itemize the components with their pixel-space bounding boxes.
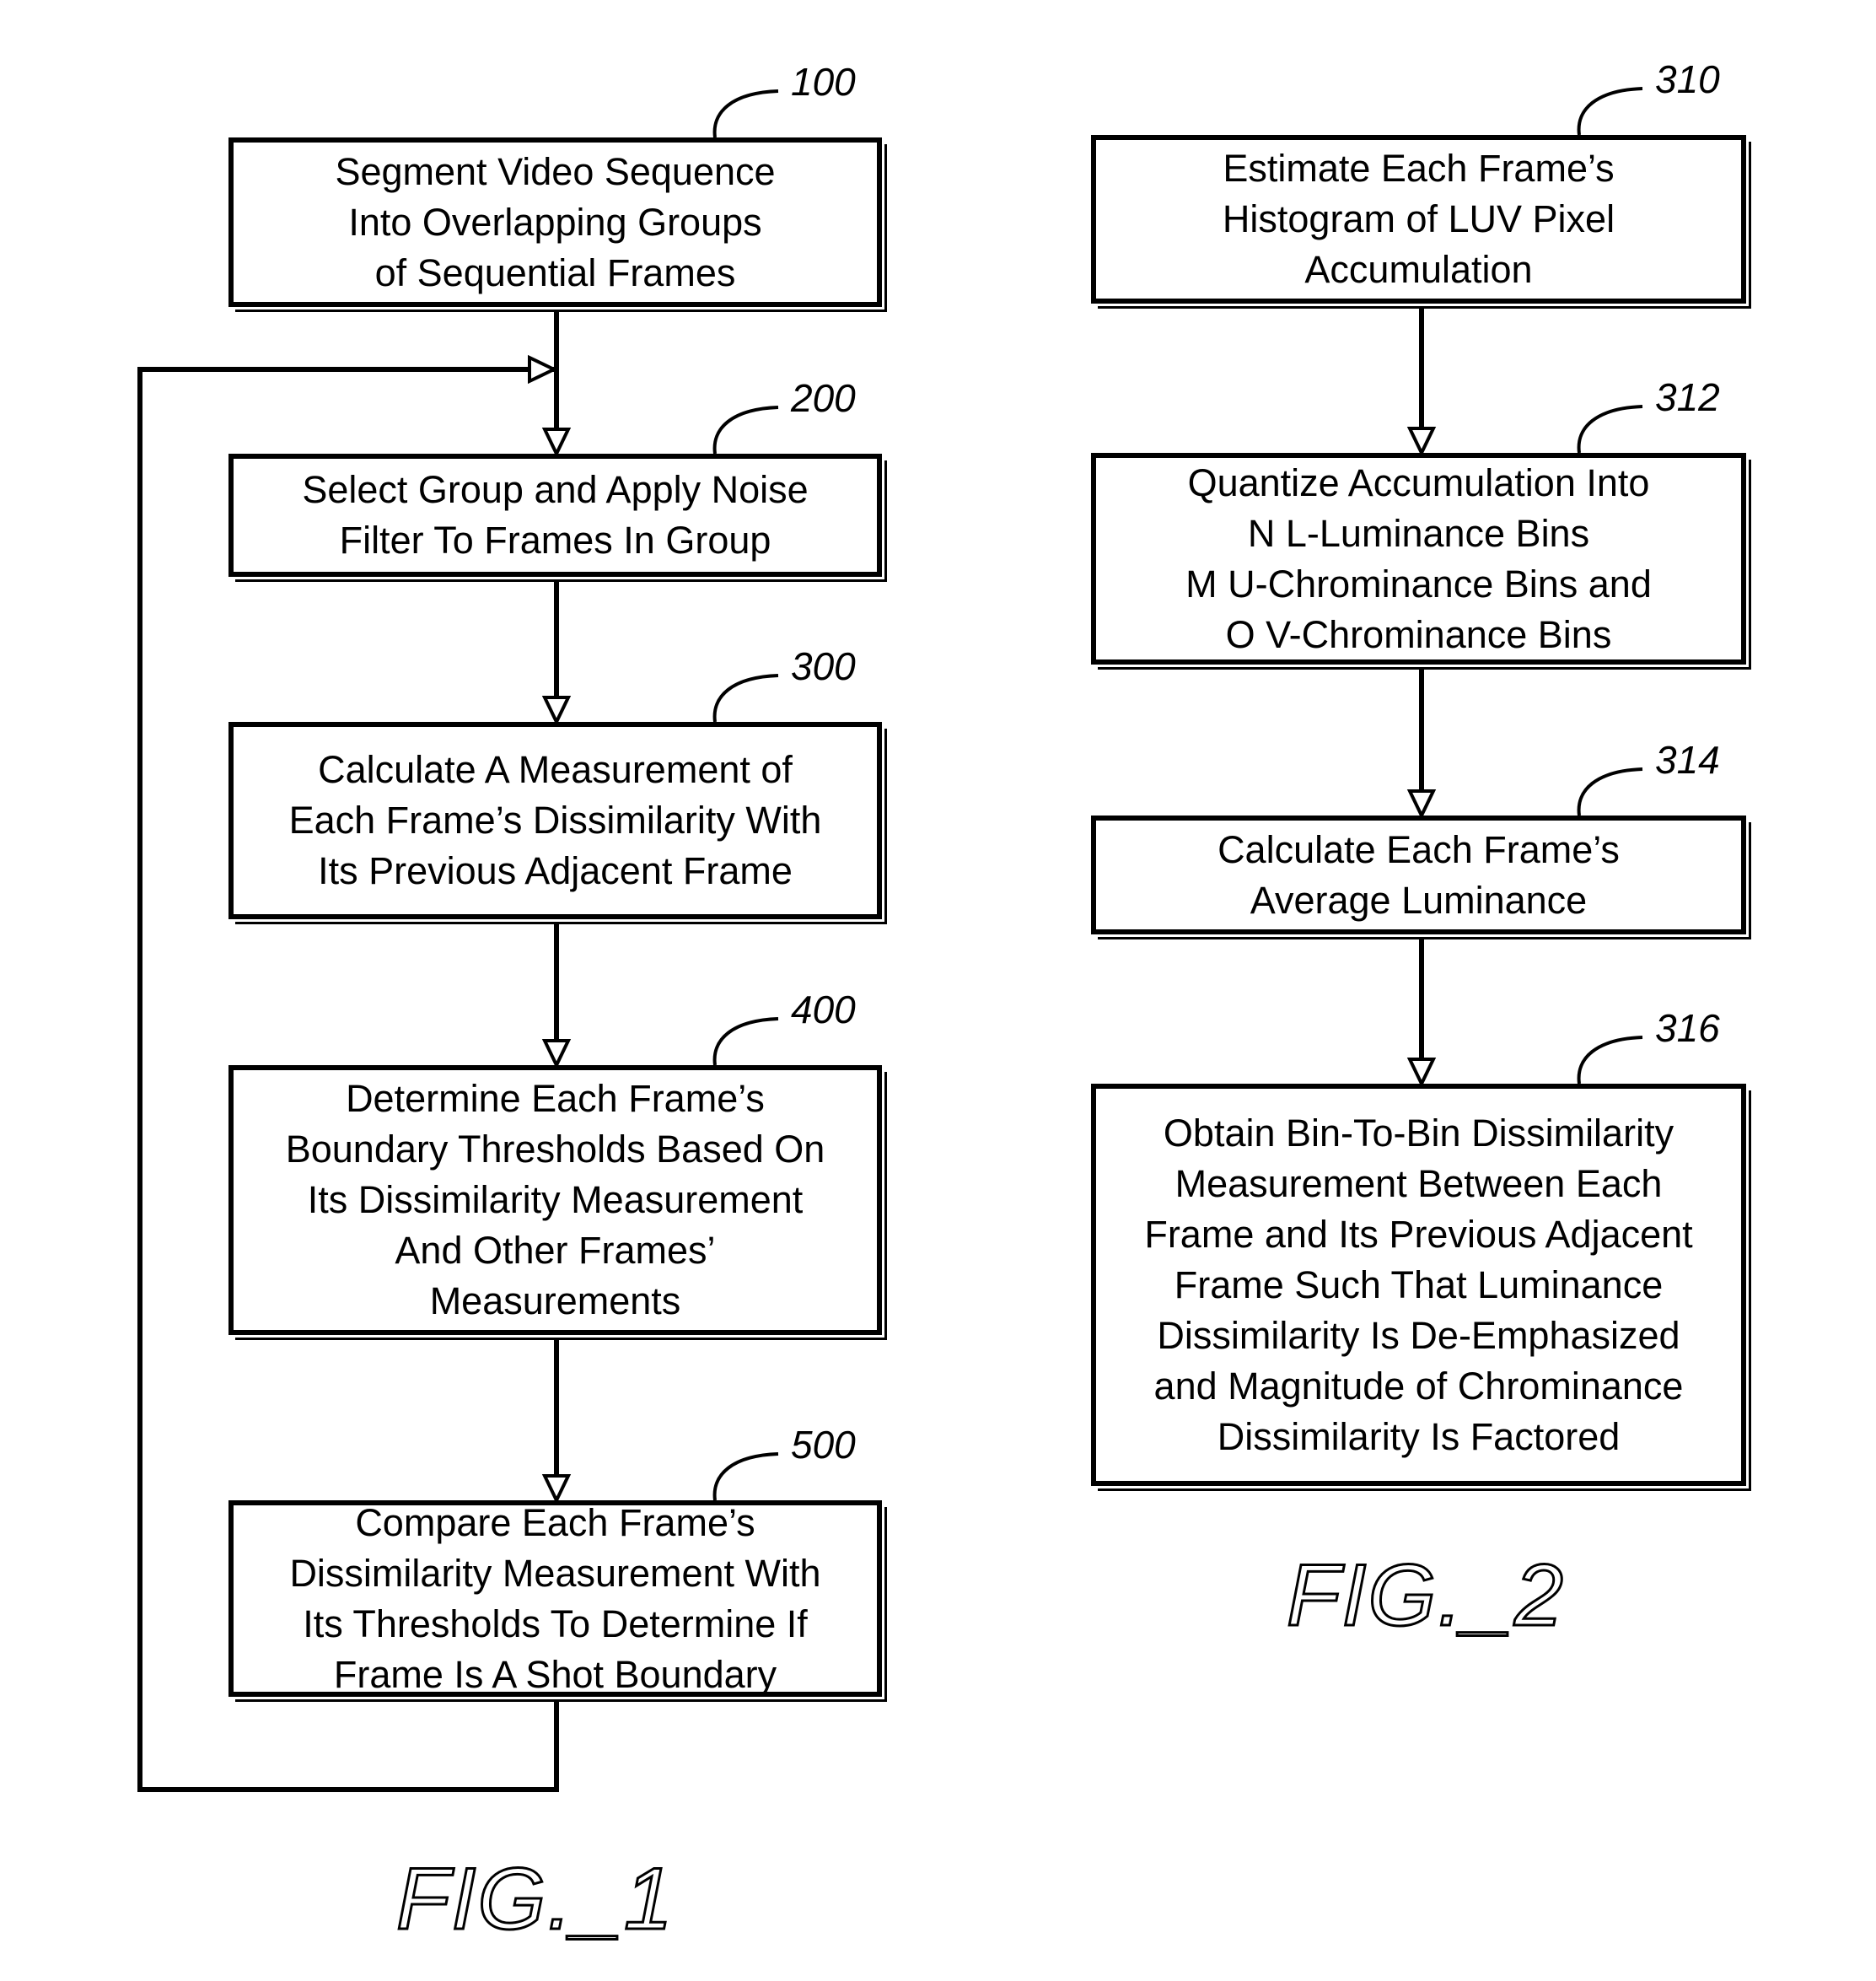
process-text-line: Measurement Between Each (1175, 1161, 1663, 1205)
reference-number-314: 314 (1655, 738, 1720, 782)
process-box-314: Calculate Each Frame’s Average Luminance (1091, 816, 1751, 939)
process-text-line: M U-Chrominance Bins and (1185, 562, 1652, 606)
process-text-line: Histogram of LUV Pixel (1222, 197, 1615, 240)
process-text-line: Average Luminance (1250, 878, 1588, 922)
process-text-line: Obtain Bin-To-Bin Dissimilarity (1163, 1111, 1674, 1155)
arrowhead-down-icon (541, 1039, 572, 1069)
process-text-line: Frame Such That Luminance (1174, 1262, 1664, 1306)
process-text-line: Filter To Frames In Group (339, 519, 771, 562)
process-text-line: Calculate A Measurement of (318, 748, 793, 791)
reference-number-400: 400 (791, 988, 856, 1031)
reference-number-310: 310 (1655, 57, 1720, 101)
process-box-316: Obtain Bin-To-Bin Dissimilarity Measureme… (1091, 1084, 1751, 1491)
process-text-line: Dissimilarity Is De-Emphasized (1157, 1313, 1680, 1357)
process-box-500: Compare Each Frame’s Dissimilarity Measur… (228, 1500, 887, 1702)
process-text-line: Calculate Each Frame’s (1218, 827, 1620, 871)
process-box-200: Select Group and Apply Noise Filter To Fr… (228, 454, 887, 582)
figure-label-fig1: FIG._1 (395, 1850, 675, 1948)
callout-leader-line (1577, 767, 1643, 816)
process-text-line: Segment Video Sequence (335, 149, 776, 193)
process-text-line: of Sequential Frames (374, 250, 736, 294)
arrowhead-down-icon (1406, 789, 1437, 820)
process-text-line: Its Previous Adjacent Frame (318, 849, 793, 892)
process-text-line: Estimate Each Frame’s (1223, 147, 1615, 190)
process-text-line: Compare Each Frame’s (355, 1500, 755, 1544)
process-text-line: Measurements (429, 1279, 681, 1322)
callout-leader-line (712, 1452, 779, 1501)
reference-number-316: 316 (1655, 1006, 1720, 1050)
process-text-line: Accumulation (1304, 248, 1533, 291)
reference-number-500: 500 (791, 1423, 856, 1467)
callout-leader-line (712, 1017, 779, 1066)
process-text-line: Its Thresholds To Determine If (303, 1601, 808, 1645)
process-text-line: O V-Chrominance Bins (1225, 612, 1612, 656)
callout-leader-line (712, 406, 779, 455)
process-text-line: N L-Luminance Bins (1247, 511, 1590, 555)
arrowhead-down-icon (1406, 1058, 1437, 1088)
reference-number-100: 100 (791, 60, 856, 104)
process-box-400: Determine Each Frame’s Boundary Threshold… (228, 1065, 887, 1340)
process-text-line: Dissimilarity Measurement With (289, 1551, 821, 1595)
process-box-300: Calculate A Measurement of Each Frame’s D… (228, 722, 887, 924)
reference-number-300: 300 (791, 644, 856, 688)
process-text-line: Select Group and Apply Noise (302, 468, 809, 511)
arrowhead-right-icon (528, 354, 558, 385)
arrowhead-down-icon (1406, 427, 1437, 457)
process-text-line: Each Frame’s Dissimilarity With (288, 799, 822, 842)
process-text-line: Quantize Accumulation Into (1187, 460, 1650, 504)
process-text-line: Its Dissimilarity Measurement (307, 1178, 804, 1221)
process-box-100: Segment Video Sequence Into Overlapping G… (228, 137, 887, 312)
figure-label-fig2: FIG._2 (1286, 1547, 1565, 1645)
process-text-line: Into Overlapping Groups (348, 200, 762, 244)
reference-number-200: 200 (791, 376, 856, 420)
process-text-line: Dissimilarity Is Factored (1217, 1414, 1621, 1458)
process-box-312: Quantize Accumulation Into N L-Luminance … (1091, 453, 1751, 670)
callout-leader-line (712, 674, 779, 723)
callout-leader-line (1577, 1036, 1643, 1085)
process-text-line: Frame and Its Previous Adjacent (1144, 1212, 1693, 1256)
process-text-line: Frame Is A Shot Boundary (333, 1652, 777, 1696)
callout-leader-line (712, 89, 779, 138)
process-text-line: Determine Each Frame’s (346, 1077, 765, 1120)
callout-leader-line (1577, 87, 1643, 136)
process-text-line: Boundary Thresholds Based On (285, 1128, 825, 1171)
arrowhead-down-icon (541, 696, 572, 726)
arrowhead-down-icon (541, 428, 572, 458)
callout-leader-line (1577, 405, 1643, 454)
reference-number-312: 312 (1655, 375, 1720, 419)
process-text-line: And Other Frames’ (395, 1229, 716, 1272)
process-box-310: Estimate Each Frame’s Histogram of LUV Pi… (1091, 135, 1751, 309)
process-text-line: and Magnitude of Chrominance (1153, 1364, 1684, 1408)
